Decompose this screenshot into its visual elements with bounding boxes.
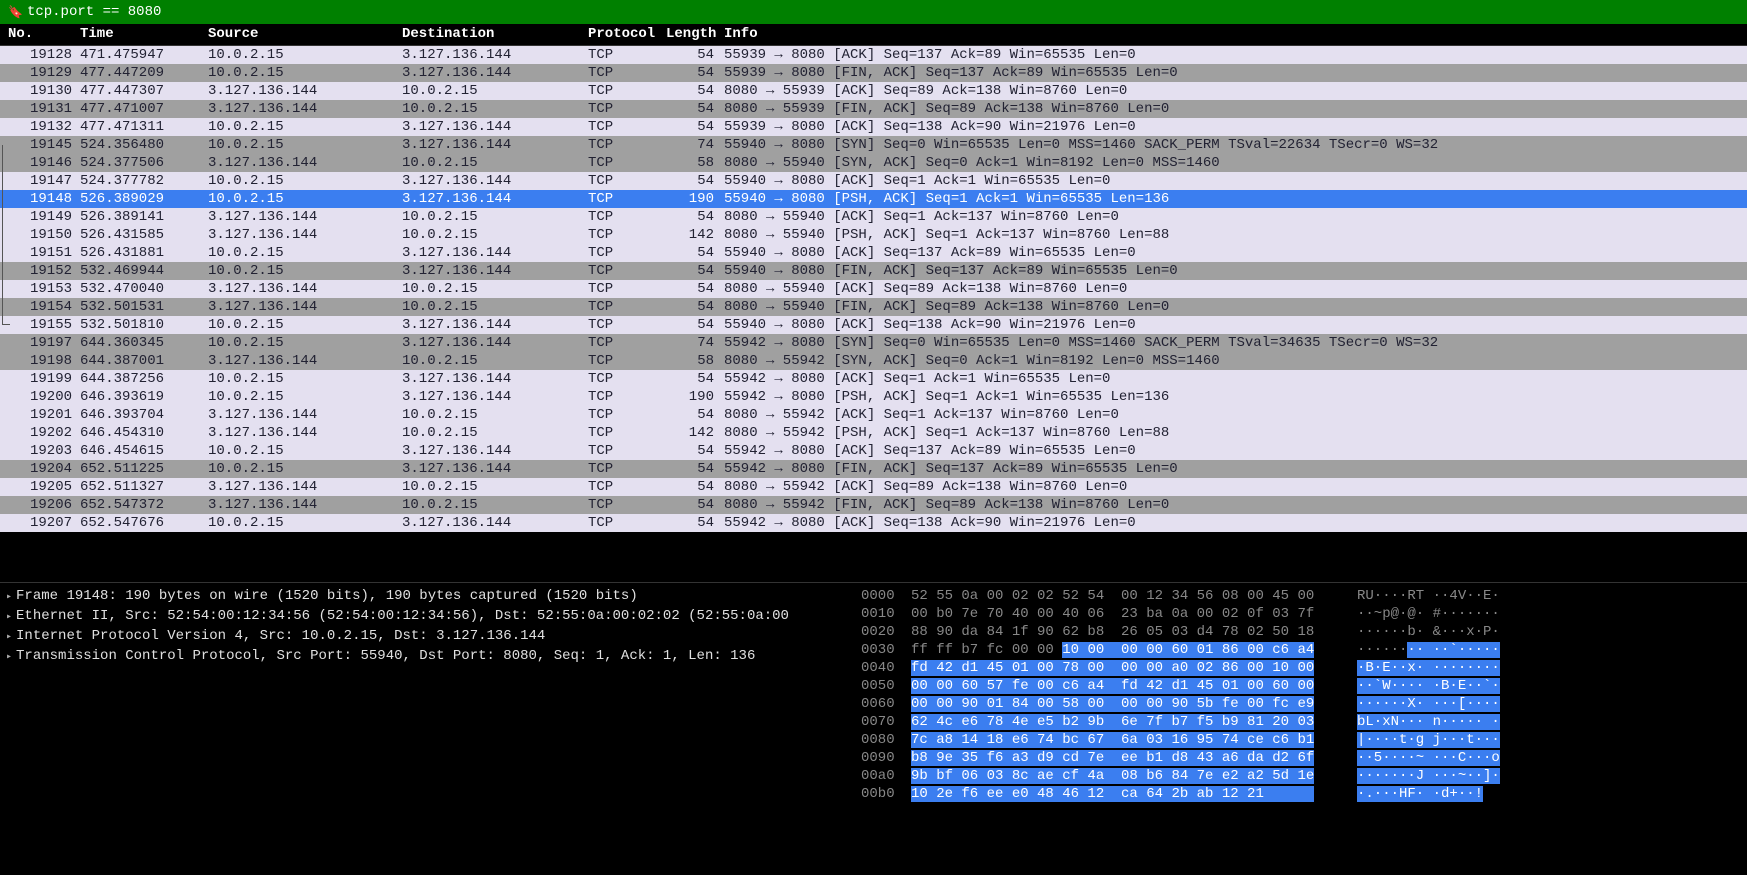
packet-bytes-pane[interactable]: 0000001000200030004000500060007000800090… — [855, 583, 1747, 875]
col-header-destination[interactable]: Destination — [402, 26, 588, 43]
col-header-no[interactable]: No. — [0, 26, 80, 43]
packet-row[interactable]: 19151526.43188110.0.2.153.127.136.144TCP… — [0, 244, 1747, 262]
packet-row[interactable]: 19128471.47594710.0.2.153.127.136.144TCP… — [0, 46, 1747, 64]
packet-row[interactable]: 19152532.46994410.0.2.153.127.136.144TCP… — [0, 262, 1747, 280]
packet-row[interactable]: 19202646.4543103.127.136.14410.0.2.15TCP… — [0, 424, 1747, 442]
packet-row[interactable]: 19201646.3937043.127.136.14410.0.2.15TCP… — [0, 406, 1747, 424]
packet-row[interactable]: 19146524.3775063.127.136.14410.0.2.15TCP… — [0, 154, 1747, 172]
packet-row[interactable]: 19197644.36034510.0.2.153.127.136.144TCP… — [0, 334, 1747, 352]
packet-row[interactable]: 19154532.5015313.127.136.14410.0.2.15TCP… — [0, 298, 1747, 316]
packet-list-header[interactable]: No. Time Source Destination Protocol Len… — [0, 24, 1747, 46]
packet-row[interactable]: 19129477.44720910.0.2.153.127.136.144TCP… — [0, 64, 1747, 82]
packet-row[interactable]: 19148526.38902910.0.2.153.127.136.144TCP… — [0, 190, 1747, 208]
bookmark-icon: 🔖 — [8, 5, 23, 20]
packet-row[interactable]: 19130477.4473073.127.136.14410.0.2.15TCP… — [0, 82, 1747, 100]
packet-row[interactable]: 19150526.4315853.127.136.14410.0.2.15TCP… — [0, 226, 1747, 244]
details-tree-item[interactable]: Transmission Control Protocol, Src Port:… — [6, 647, 849, 667]
hex-bytes[interactable]: 52 55 0a 00 02 02 52 54 00 12 34 56 08 0… — [911, 587, 1341, 871]
packet-row[interactable]: 19206652.5473723.127.136.14410.0.2.15TCP… — [0, 496, 1747, 514]
col-header-source[interactable]: Source — [208, 26, 402, 43]
packet-details-pane[interactable]: Frame 19148: 190 bytes on wire (1520 bit… — [0, 583, 855, 875]
col-header-protocol[interactable]: Protocol — [588, 26, 666, 43]
packet-row[interactable]: 19131477.4710073.127.136.14410.0.2.15TCP… — [0, 100, 1747, 118]
packet-row[interactable]: 19155532.50181010.0.2.153.127.136.144TCP… — [0, 316, 1747, 334]
col-header-length[interactable]: Length — [666, 26, 720, 43]
packet-row[interactable]: 19205652.5113273.127.136.14410.0.2.15TCP… — [0, 478, 1747, 496]
col-header-info[interactable]: Info — [720, 26, 1747, 43]
packet-row[interactable]: 19147524.37778210.0.2.153.127.136.144TCP… — [0, 172, 1747, 190]
packet-row[interactable]: 19207652.54767610.0.2.153.127.136.144TCP… — [0, 514, 1747, 532]
display-filter-bar[interactable]: 🔖 — [0, 0, 1747, 24]
packet-row[interactable]: 19199644.38725610.0.2.153.127.136.144TCP… — [0, 370, 1747, 388]
hex-ascii[interactable]: RU····RT ··4V··E···~p@·@· #·············… — [1341, 587, 1741, 871]
packet-list[interactable]: 19128471.47594710.0.2.153.127.136.144TCP… — [0, 46, 1747, 582]
col-header-time[interactable]: Time — [80, 26, 208, 43]
packet-row[interactable]: 19204652.51122510.0.2.153.127.136.144TCP… — [0, 460, 1747, 478]
packet-row[interactable]: 19200646.39361910.0.2.153.127.136.144TCP… — [0, 388, 1747, 406]
packet-row[interactable]: 19145524.35648010.0.2.153.127.136.144TCP… — [0, 136, 1747, 154]
packet-row[interactable]: 19203646.45461510.0.2.153.127.136.144TCP… — [0, 442, 1747, 460]
display-filter-input[interactable] — [27, 4, 1739, 20]
packet-row[interactable]: 19149526.3891413.127.136.14410.0.2.15TCP… — [0, 208, 1747, 226]
packet-row[interactable]: 19198644.3870013.127.136.14410.0.2.15TCP… — [0, 352, 1747, 370]
hex-offsets: 0000001000200030004000500060007000800090… — [861, 587, 911, 871]
details-tree-item[interactable]: Internet Protocol Version 4, Src: 10.0.2… — [6, 627, 849, 647]
packet-row[interactable]: 19153532.4700403.127.136.14410.0.2.15TCP… — [0, 280, 1747, 298]
details-tree-item[interactable]: Frame 19148: 190 bytes on wire (1520 bit… — [6, 587, 849, 607]
details-tree-item[interactable]: Ethernet II, Src: 52:54:00:12:34:56 (52:… — [6, 607, 849, 627]
packet-row[interactable]: 19132477.47131110.0.2.153.127.136.144TCP… — [0, 118, 1747, 136]
